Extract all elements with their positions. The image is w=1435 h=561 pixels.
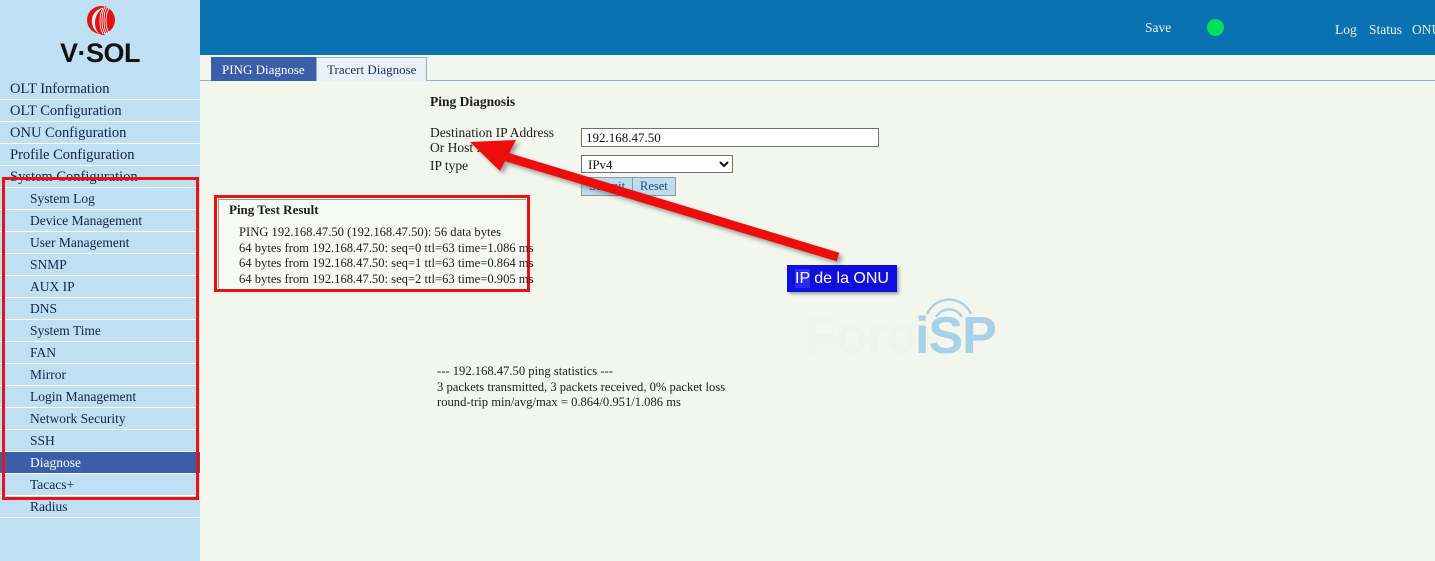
brand-logo: V·SOL	[0, 0, 200, 78]
sidebar-item-olt-configuration[interactable]: OLT Configuration	[0, 100, 200, 122]
sidebar-item-diagnose[interactable]: Diagnose	[0, 452, 200, 474]
destination-label: Destination IP Address Or Host Name	[430, 125, 554, 155]
ping-statistics-output: --- 192.168.47.50 ping statistics --- 3 …	[437, 364, 726, 410]
sidebar-item-system-time[interactable]: System Time	[0, 320, 200, 342]
sidebar-item-system-log[interactable]: System Log	[0, 188, 200, 210]
ping-result-panel: Ping Test Result PING 192.168.47.50 (192…	[214, 195, 534, 292]
watermark-text-left: Foro	[805, 307, 918, 360]
vsol-logo-icon	[87, 6, 115, 36]
iptype-label: IP type	[430, 158, 469, 173]
submit-button[interactable]: Submit	[581, 177, 634, 196]
ping-result-title: Ping Test Result	[229, 202, 319, 217]
ping-result-output: PING 192.168.47.50 (192.168.47.50): 56 d…	[239, 225, 534, 286]
top-header: Save Log Status ONU	[200, 0, 1435, 55]
sidebar-item-tacacs[interactable]: Tacacs+	[0, 474, 200, 496]
sidebar-item-onu-configuration[interactable]: ONU Configuration	[0, 122, 200, 144]
main-content: PING Diagnose Tracert Diagnose Ping Diag…	[200, 55, 1435, 561]
sidebar-item-olt-information[interactable]: OLT Information	[0, 78, 200, 100]
sidebar-item-profile-configuration[interactable]: Profile Configuration	[0, 144, 200, 166]
annotation-callout-rest: de la ONU	[809, 270, 889, 287]
header-link-onu[interactable]: ONU	[1412, 22, 1435, 38]
sidebar-item-login-management[interactable]: Login Management	[0, 386, 200, 408]
sidebar-item-system-configuration[interactable]: System Configuration	[0, 166, 200, 188]
sidebar-item-fan[interactable]: FAN	[0, 342, 200, 364]
sidebar: V·SOL OLT Information OLT Configuration ON…	[0, 0, 200, 561]
section-title: Ping Diagnosis	[430, 94, 516, 109]
sidebar-item-radius[interactable]: Radius	[0, 496, 200, 518]
destination-input[interactable]	[581, 128, 879, 147]
save-button[interactable]: Save	[1145, 20, 1171, 36]
sidebar-item-device-management[interactable]: Device Management	[0, 210, 200, 232]
watermark: Foro iSP	[805, 298, 1020, 360]
reset-button[interactable]: Reset	[632, 177, 676, 196]
annotation-callout: IP de la ONU	[787, 265, 897, 292]
header-link-status[interactable]: Status	[1369, 22, 1402, 38]
sidebar-item-user-management[interactable]: User Management	[0, 232, 200, 254]
sidebar-nav: OLT Information OLT Configuration ONU Conf…	[0, 78, 200, 518]
sidebar-item-dns[interactable]: DNS	[0, 298, 200, 320]
sidebar-item-network-security[interactable]: Network Security	[0, 408, 200, 430]
sidebar-item-aux-ip[interactable]: AUX IP	[0, 276, 200, 298]
status-indicator-green-icon	[1207, 19, 1224, 36]
page-root: V·SOL OLT Information OLT Configuration ON…	[0, 0, 1435, 561]
iptype-select[interactable]: IPv4IPv6	[581, 155, 733, 173]
watermark-text-right: iSP	[915, 307, 997, 360]
tab-strip: PING Diagnose Tracert Diagnose	[200, 55, 1435, 81]
wifi-arc-icon	[925, 298, 973, 318]
header-link-log[interactable]: Log	[1335, 22, 1357, 38]
tab-ping-diagnose[interactable]: PING Diagnose	[211, 57, 316, 81]
brand-name: V·SOL	[59, 38, 141, 68]
annotation-callout-selected: IP	[795, 269, 810, 288]
sidebar-item-snmp[interactable]: SNMP	[0, 254, 200, 276]
sidebar-item-mirror[interactable]: Mirror	[0, 364, 200, 386]
tab-tracert-diagnose[interactable]: Tracert Diagnose	[316, 57, 428, 81]
sidebar-item-ssh[interactable]: SSH	[0, 430, 200, 452]
